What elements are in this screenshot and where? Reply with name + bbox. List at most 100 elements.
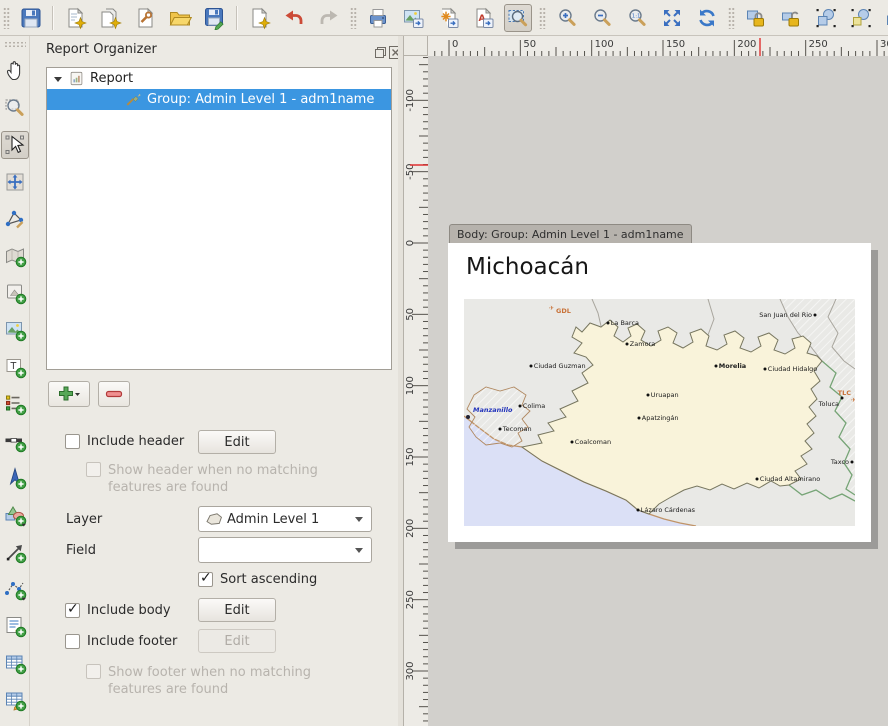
add-map-icon (3, 244, 27, 268)
map-city-label: Toluca (818, 400, 839, 408)
print-button[interactable] (364, 4, 392, 32)
include-body-checkbox[interactable] (65, 603, 80, 618)
add-attribute-table-icon (3, 651, 27, 675)
map-city-label: La Barca (611, 319, 639, 327)
add-nodes-item-button[interactable] (1, 575, 29, 603)
map-airport-label: TLC (838, 389, 852, 397)
zoom-tool-icon (506, 6, 530, 30)
item-toolbox-toolbar: T (0, 36, 30, 726)
zoom-actual-button[interactable]: 1:1 (623, 4, 651, 32)
add-arrow-button[interactable] (1, 538, 29, 566)
add-picture-icon (3, 318, 27, 342)
toolbar-drag-handle[interactable] (728, 7, 735, 29)
add-attribute-table-button[interactable] (1, 649, 29, 677)
add-shape-icon (3, 503, 27, 527)
zoom-in-button[interactable] (553, 4, 581, 32)
include-header-checkbox[interactable] (65, 434, 80, 449)
layer-label: Layer (66, 512, 102, 527)
map-port-label: Manzanillo (473, 406, 513, 414)
map-city-dot (638, 417, 641, 420)
remove-icon (104, 384, 124, 404)
toolbar-drag-handle[interactable] (3, 7, 10, 29)
add-label-button[interactable]: T (1, 353, 29, 381)
report-properties-button[interactable] (131, 4, 159, 32)
qgis-report-designer-window: { "toolbars": { "top": ["handle","save",… (0, 0, 888, 726)
save-icon (19, 6, 43, 30)
move-content-button[interactable] (1, 168, 29, 196)
new-page-button[interactable] (245, 4, 273, 32)
field-combobox[interactable] (198, 537, 372, 563)
unlock-items-button[interactable] (777, 4, 805, 32)
show-footer-note: Show footer when no matching features ar… (108, 664, 356, 698)
export-svg-button[interactable] (434, 4, 462, 32)
invert-selection-button[interactable] (847, 4, 875, 32)
raise-items-icon (884, 6, 888, 30)
raise-items-button[interactable] (882, 4, 888, 32)
add-section-button[interactable] (48, 381, 90, 407)
save-button[interactable] (17, 4, 45, 32)
add-picture-button[interactable] (1, 316, 29, 344)
tree-row-group[interactable]: Group: Admin Level 1 - adm1name (47, 89, 391, 110)
add-fixed-table-button[interactable] (1, 686, 29, 714)
invert-selection-icon (849, 6, 873, 30)
layout-canvas[interactable]: Body: Group: Admin Level 1 - adm1name Mi… (428, 56, 888, 726)
expander-icon[interactable] (52, 73, 64, 85)
duplicate-report-button[interactable] (96, 4, 124, 32)
new-page-icon (247, 6, 271, 30)
export-pdf-button[interactable]: A (469, 4, 497, 32)
remove-section-button[interactable] (98, 381, 130, 407)
zoom-full-button[interactable] (658, 4, 686, 32)
layer-combobox[interactable]: Admin Level 1 (198, 506, 372, 532)
report-page[interactable]: Michoacán La BarcaZamoraCiudad GuzmanMor… (448, 243, 871, 542)
sort-ascending-checkbox[interactable] (198, 572, 213, 587)
pan-button[interactable] (1, 57, 29, 85)
add-html-button[interactable] (1, 612, 29, 640)
select-items-button[interactable] (812, 4, 840, 32)
export-image-button[interactable] (399, 4, 427, 32)
airplane-icon: ✈ (851, 397, 855, 404)
undo-button[interactable] (280, 4, 308, 32)
horizontal-ruler[interactable]: 050100150200250300 (428, 36, 888, 56)
map-city-dot (647, 394, 650, 397)
new-report-button[interactable] (61, 4, 89, 32)
edit-body-button[interactable]: Edit (198, 598, 276, 622)
include-footer-checkbox[interactable] (65, 634, 80, 649)
add-3d-map-button[interactable] (1, 279, 29, 307)
include-footer-label: Include footer (87, 634, 177, 649)
redo-button[interactable] (315, 4, 343, 32)
map-city-label: Colima (523, 402, 545, 410)
add-scalebar-icon (3, 429, 27, 453)
add-map-button[interactable] (1, 242, 29, 270)
zoom-tool-button[interactable] (504, 4, 532, 32)
zoom-out-button[interactable] (588, 4, 616, 32)
map-city-dot (530, 365, 533, 368)
report-map-item[interactable]: La BarcaZamoraCiudad GuzmanMoreliaCiudad… (464, 299, 855, 526)
toolbar-drag-handle[interactable] (350, 7, 357, 29)
save-as-button[interactable] (201, 4, 229, 32)
toolbar-drag-handle[interactable] (4, 41, 26, 48)
select-move-button[interactable] (1, 131, 29, 159)
svg-text:50: 50 (523, 39, 536, 50)
vertical-ruler[interactable]: -100-50050100150200250300 (404, 56, 428, 726)
zoom-button[interactable] (1, 94, 29, 122)
add-scalebar-button[interactable] (1, 427, 29, 455)
svg-text:200: 200 (737, 39, 756, 50)
map-city-label: Taxco (830, 458, 849, 466)
panel-float-icon[interactable] (374, 44, 387, 57)
tree-row-report[interactable]: Report (47, 68, 391, 89)
lock-items-button[interactable] (742, 4, 770, 32)
edit-footer-button[interactable]: Edit (198, 629, 276, 653)
refresh-button[interactable] (693, 4, 721, 32)
toolbar-drag-handle[interactable] (539, 7, 546, 29)
edit-header-button[interactable]: Edit (198, 430, 276, 454)
add-legend-button[interactable] (1, 390, 29, 418)
edit-nodes-button[interactable] (1, 205, 29, 233)
zoom-full-icon (660, 6, 684, 30)
svg-text:250: 250 (809, 39, 828, 50)
open-report-button[interactable] (166, 4, 194, 32)
add-shape-button[interactable] (1, 501, 29, 529)
add-label-icon: T (3, 355, 27, 379)
map-airport-label: GDL (556, 307, 571, 315)
svg-text:0: 0 (452, 39, 458, 50)
add-north-arrow-button[interactable] (1, 464, 29, 492)
